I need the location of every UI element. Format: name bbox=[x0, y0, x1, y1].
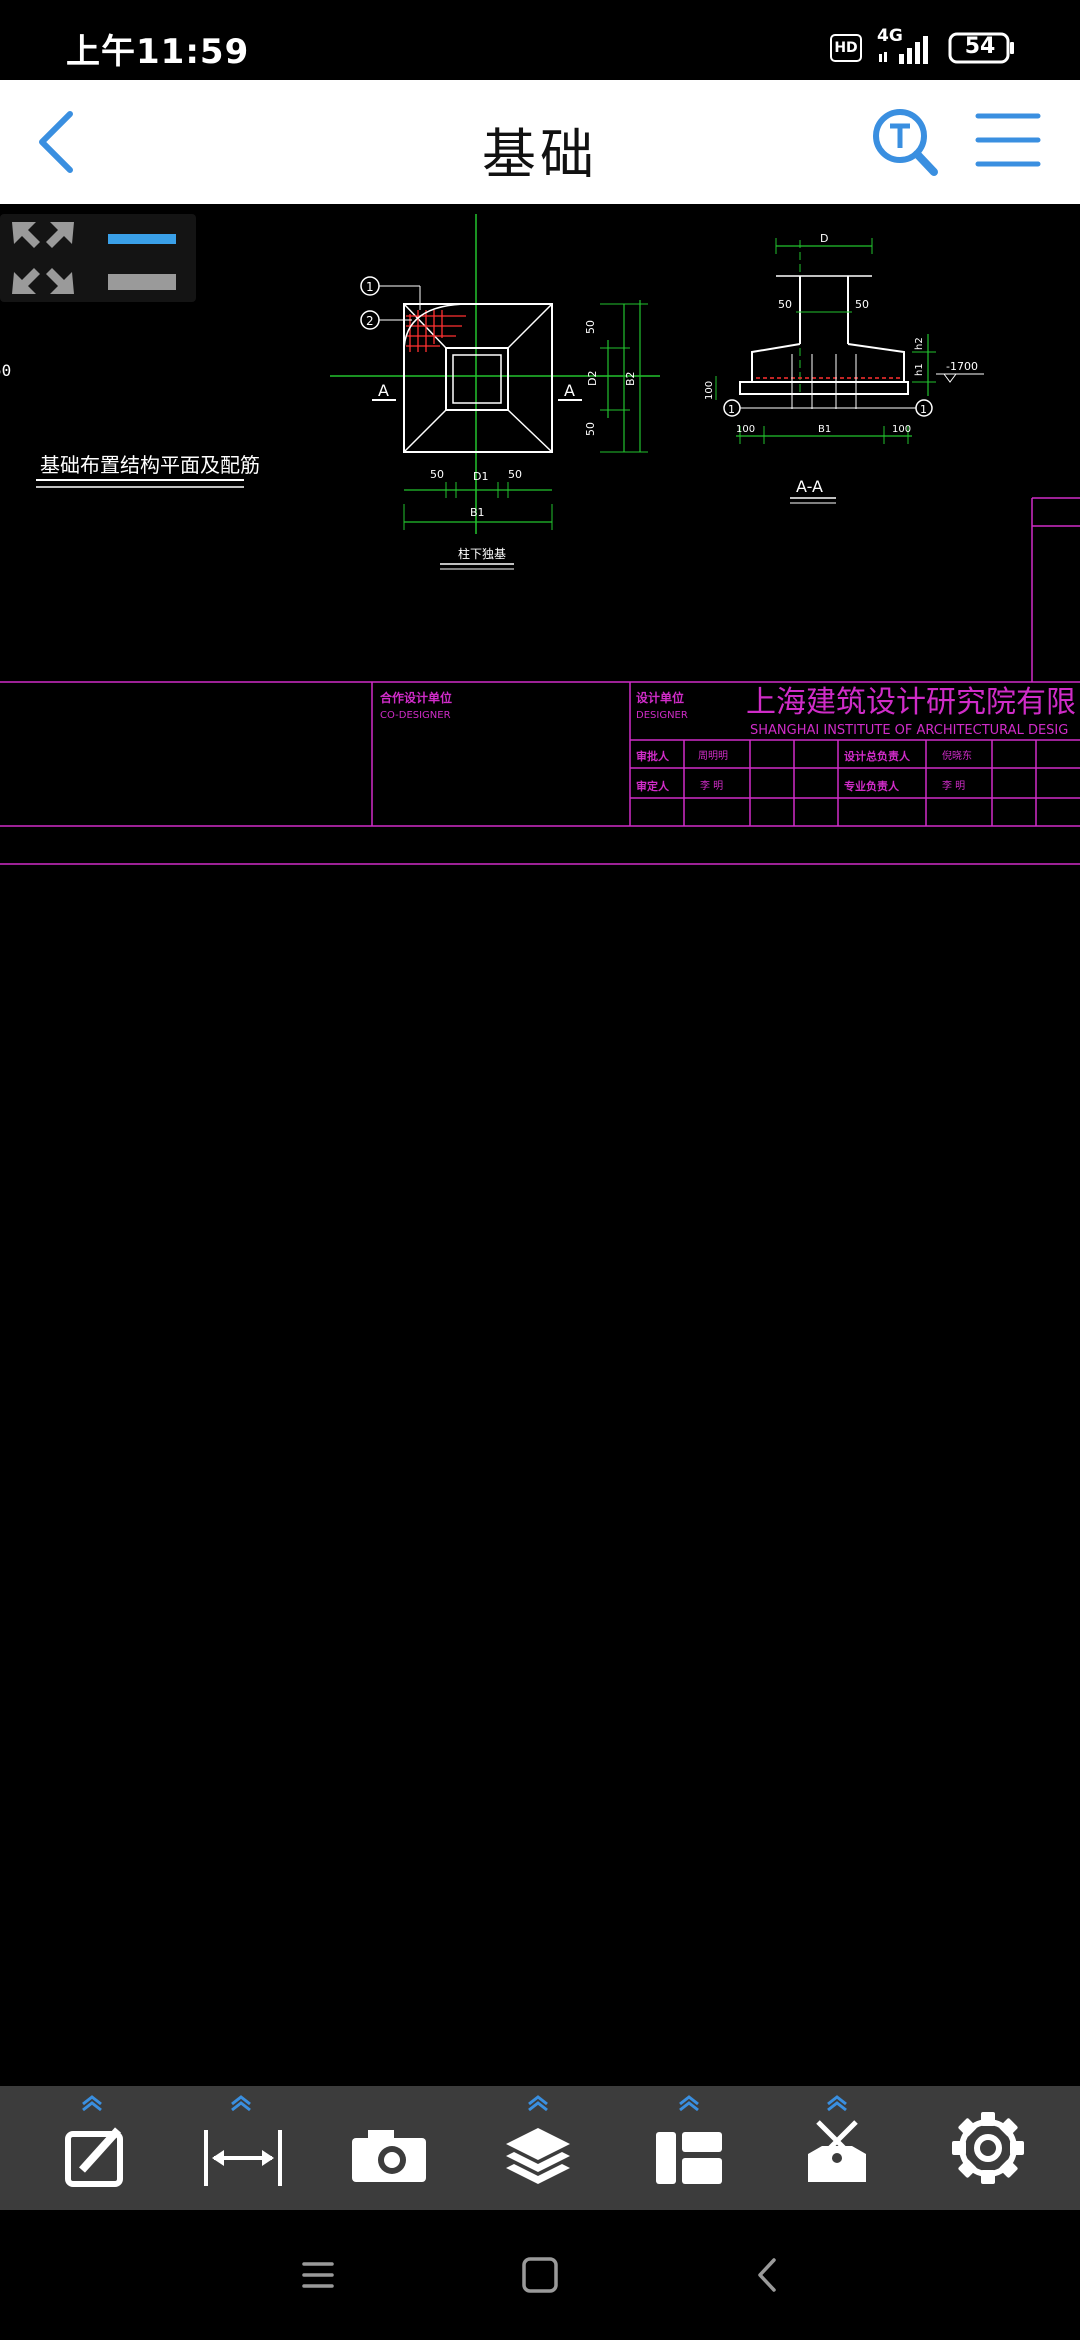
chief-designer-name: 倪晓东 bbox=[942, 749, 972, 762]
marker-1: 1 bbox=[366, 280, 374, 294]
expand-up-chevrons bbox=[679, 2095, 699, 2112]
cad-drawing: 50 基础布置结构平面及配筋 bbox=[0, 214, 1080, 865]
dim-fifty-s2: 50 bbox=[855, 298, 869, 311]
line-style-gray bbox=[108, 274, 176, 290]
layout-tool-button[interactable] bbox=[614, 2086, 764, 2210]
expand-up-chevrons bbox=[82, 2095, 102, 2112]
signal-icon bbox=[879, 36, 928, 64]
measure-tool-button[interactable] bbox=[166, 2086, 316, 2210]
tools-button[interactable] bbox=[762, 2086, 912, 2210]
expand-up-chevrons bbox=[231, 2095, 251, 2112]
marker-2: 2 bbox=[366, 314, 374, 328]
text-search-button[interactable] bbox=[870, 104, 940, 180]
dim-b2: B2 bbox=[624, 371, 637, 386]
institute-en: SHANGHAI INSTITUTE OF ARCHITECTURAL DESI… bbox=[750, 723, 1068, 738]
section-marker-left: A bbox=[378, 381, 389, 400]
home-button[interactable] bbox=[500, 2240, 580, 2310]
title-block: 合作设计单位 CO-DESIGNER 设计单位 DESIGNER 上海建筑设计研… bbox=[0, 681, 1080, 865]
home-icon bbox=[522, 2257, 558, 2293]
dim-hundred-h2: 100 bbox=[892, 424, 911, 435]
back-nav-button[interactable] bbox=[728, 2240, 808, 2310]
chief-designer-label: 设计总负责人 bbox=[844, 749, 911, 763]
measure-icon bbox=[204, 2130, 282, 2186]
layers-tool-button[interactable] bbox=[464, 2086, 614, 2210]
expand-arrows-icon bbox=[12, 222, 74, 294]
settings-button[interactable] bbox=[912, 2086, 1062, 2210]
designer-en: DESIGNER bbox=[636, 710, 688, 721]
drawing-canvas[interactable]: 50 基础布置结构平面及配筋 bbox=[0, 204, 1080, 2086]
line-style-blue bbox=[108, 234, 176, 244]
section-marker-right: A bbox=[564, 381, 575, 400]
dim-h1: h1 bbox=[914, 363, 925, 376]
status-bar: 上午11:59 HD 4G 54 bbox=[0, 0, 1080, 80]
marker-1-left: 1 bbox=[728, 403, 735, 416]
dim-d2: D2 bbox=[586, 371, 599, 386]
left-edge-text: 50 bbox=[0, 361, 11, 380]
checker-label: 审定人 bbox=[636, 779, 670, 793]
approver-label: 审批人 bbox=[636, 749, 670, 763]
system-nav-bar bbox=[0, 2210, 1080, 2340]
marker-1-right: 1 bbox=[920, 403, 927, 416]
recent-apps-button[interactable] bbox=[278, 2240, 358, 2310]
screenshot-tool-button[interactable] bbox=[314, 2086, 464, 2210]
battery-level: 54 bbox=[964, 34, 996, 59]
dim-hundred-h1: 100 bbox=[736, 424, 755, 435]
hamburger-menu-icon bbox=[975, 113, 1041, 167]
checker-name: 李 明 bbox=[700, 779, 723, 792]
column-foundation-label: 柱下独基 bbox=[458, 546, 506, 561]
recent-apps-icon bbox=[302, 2262, 334, 2288]
dim-fifty-h1: 50 bbox=[430, 468, 444, 481]
section-label: A-A bbox=[796, 477, 823, 496]
dim-fifty-v2: 50 bbox=[584, 422, 597, 436]
dim-h2: h2 bbox=[914, 337, 925, 350]
app-header: 基础 bbox=[0, 80, 1080, 204]
dim-b1-plan: B1 bbox=[470, 506, 485, 519]
institute-cn: 上海建筑设计研究院有限 bbox=[746, 685, 1076, 720]
dim-fifty-s1: 50 bbox=[778, 298, 792, 311]
dim-b1-section: B1 bbox=[818, 424, 831, 435]
section-aa: D 50 50 h2 h1 -1700 100 1 1 100 B1 100 A… bbox=[704, 232, 984, 504]
text-search-icon bbox=[873, 109, 938, 176]
camera-icon bbox=[352, 2130, 426, 2182]
expand-up-chevrons bbox=[827, 2095, 847, 2112]
dim-d-section: D bbox=[820, 232, 828, 245]
co-designer-en: CO-DESIGNER bbox=[380, 710, 451, 721]
dim-fifty-h2: 50 bbox=[508, 468, 522, 481]
discipline-lead-label: 专业负责人 bbox=[844, 779, 900, 793]
designer-cn: 设计单位 bbox=[636, 690, 684, 705]
back-arrow-icon bbox=[758, 2258, 776, 2292]
drawing-frame bbox=[1031, 497, 1080, 682]
bottom-toolbar bbox=[0, 2086, 1080, 2210]
screen: 上午11:59 HD 4G 54 基础 0 基础布置结构平面及配筋 1 2 A … bbox=[0, 0, 1080, 2340]
layers-icon bbox=[506, 2128, 570, 2184]
edit-tool-button[interactable] bbox=[18, 2086, 168, 2210]
edit-icon bbox=[65, 2127, 123, 2187]
elevation-label: -1700 bbox=[946, 360, 978, 373]
zoom-widget bbox=[0, 214, 196, 302]
gear-icon bbox=[952, 2112, 1024, 2184]
status-time: 上午11:59 bbox=[66, 32, 250, 72]
co-designer-cn: 合作设计单位 bbox=[380, 690, 452, 705]
foundation-plan: 1 2 A A 50 D2 50 B2 50 D1 50 B1 柱下独基 bbox=[330, 214, 660, 570]
approver-name: 周明明 bbox=[698, 750, 728, 762]
hd-badge: HD bbox=[830, 34, 862, 62]
dim-hundred-v: 100 bbox=[704, 381, 715, 400]
toolbox-icon bbox=[808, 2120, 866, 2182]
discipline-lead-name: 李 明 bbox=[942, 779, 965, 792]
layout-icon bbox=[656, 2132, 722, 2184]
menu-button[interactable] bbox=[972, 108, 1044, 172]
zoom-extents-button[interactable] bbox=[0, 214, 196, 302]
dim-d1: D1 bbox=[473, 470, 488, 483]
plan-title: 基础布置结构平面及配筋 bbox=[40, 453, 260, 477]
dim-fifty-v1: 50 bbox=[584, 320, 597, 334]
expand-up-chevrons bbox=[528, 2095, 548, 2112]
